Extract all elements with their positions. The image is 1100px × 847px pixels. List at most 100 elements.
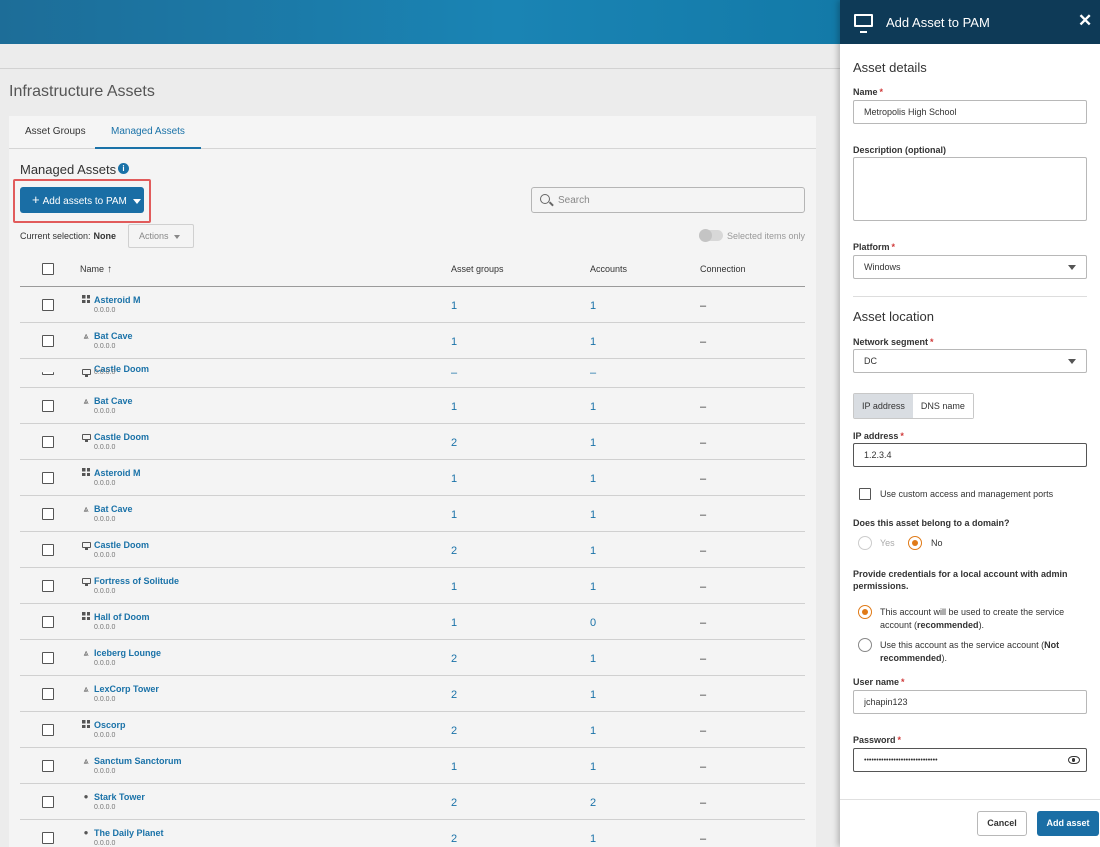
accounts-count[interactable]: 1 (590, 581, 596, 593)
row-checkbox[interactable] (42, 335, 54, 347)
row-checkbox[interactable] (42, 832, 54, 844)
asset-name-link[interactable]: Asteroid M (94, 468, 141, 478)
select-all-checkbox[interactable] (42, 263, 54, 275)
column-asset-groups[interactable]: Asset groups (451, 264, 504, 274)
row-checkbox[interactable] (42, 652, 54, 664)
accounts-count[interactable]: 1 (590, 437, 596, 449)
accounts-count[interactable]: 1 (590, 653, 596, 665)
asset-name-link[interactable]: Sanctum Sanctorum (94, 756, 182, 766)
asset-groups-count[interactable]: 1 (451, 617, 457, 629)
asset-groups-count[interactable]: 2 (451, 725, 457, 737)
table-row[interactable]: Castle Doom 0.0.0.0– – (20, 359, 805, 388)
actions-dropdown[interactable]: Actions (128, 224, 194, 248)
cred-create-service-radio[interactable] (858, 605, 872, 619)
search-input[interactable] (558, 188, 798, 212)
table-row[interactable]: ⩓ Sanctum Sanctorum 0.0.0.0 1 1 – (20, 748, 805, 784)
row-checkbox[interactable] (42, 400, 54, 412)
row-checkbox[interactable] (42, 688, 54, 700)
asset-name-link[interactable]: The Daily Planet (94, 828, 164, 838)
tab-managed-assets[interactable]: Managed Assets (95, 116, 201, 149)
table-row[interactable]: Asteroid M 0.0.0.0 1 1 – (20, 460, 805, 496)
asset-name-link[interactable]: Stark Tower (94, 792, 145, 802)
row-checkbox[interactable] (42, 544, 54, 556)
asset-groups-count[interactable]: 1 (451, 761, 457, 773)
accounts-count[interactable]: 2 (590, 797, 596, 809)
domain-yes-radio[interactable] (858, 536, 872, 550)
asset-name-link[interactable]: Oscorp (94, 720, 126, 730)
info-icon[interactable]: i (118, 163, 129, 174)
accounts-count[interactable]: 1 (590, 401, 596, 413)
table-row[interactable]: Oscorp 0.0.0.0 2 1 – (20, 712, 805, 748)
asset-groups-count[interactable]: 2 (451, 797, 457, 809)
ip-address-input[interactable] (853, 443, 1087, 467)
table-row[interactable]: ⩓ Bat Cave 0.0.0.0 1 1 – (20, 496, 805, 532)
asset-name-link[interactable]: Bat Cave (94, 396, 133, 406)
table-row[interactable]: ⩓ Bat Cave 0.0.0.0 1 1 – (20, 388, 805, 424)
asset-name-link[interactable]: Hall of Doom (94, 612, 150, 622)
asset-name-link[interactable]: Fortress of Solitude (94, 576, 179, 586)
table-row[interactable]: Asteroid M 0.0.0.0 1 1 – (20, 287, 805, 323)
asset-groups-count[interactable]: – (451, 367, 457, 379)
accounts-count[interactable]: 1 (590, 545, 596, 557)
table-row[interactable]: Fortress of Solitude 0.0.0.0 1 1 – (20, 568, 805, 604)
accounts-count[interactable]: 1 (590, 833, 596, 845)
row-checkbox[interactable] (42, 472, 54, 484)
table-row[interactable]: Castle Doom 0.0.0.0 2 1 – (20, 424, 805, 460)
add-asset-button[interactable]: Add asset (1037, 811, 1099, 836)
row-checkbox[interactable] (42, 580, 54, 592)
column-accounts[interactable]: Accounts (590, 264, 627, 274)
custom-ports-checkbox[interactable] (859, 488, 871, 500)
column-name[interactable]: Name ↑ (80, 264, 112, 275)
asset-groups-count[interactable]: 2 (451, 653, 457, 665)
asset-name-link[interactable]: Bat Cave (94, 331, 133, 341)
network-segment-select[interactable]: DC (853, 349, 1087, 373)
accounts-count[interactable]: 0 (590, 617, 596, 629)
row-checkbox[interactable] (42, 796, 54, 808)
asset-groups-count[interactable]: 1 (451, 473, 457, 485)
asset-groups-count[interactable]: 2 (451, 833, 457, 845)
table-row[interactable]: ⩓ Bat Cave 0.0.0.0 1 1 – (20, 323, 805, 359)
accounts-count[interactable]: 1 (590, 509, 596, 521)
row-checkbox[interactable] (42, 372, 54, 375)
description-input[interactable] (853, 157, 1087, 221)
asset-groups-count[interactable]: 1 (451, 401, 457, 413)
dns-name-option[interactable]: DNS name (912, 394, 973, 418)
asset-name-link[interactable]: Castle Doom (94, 540, 149, 550)
accounts-count[interactable]: 1 (590, 336, 596, 348)
row-checkbox[interactable] (42, 724, 54, 736)
table-row[interactable]: ● Stark Tower 0.0.0.0 2 2 – (20, 784, 805, 820)
row-checkbox[interactable] (42, 436, 54, 448)
selected-only-toggle[interactable] (699, 229, 723, 242)
cancel-button[interactable]: Cancel (977, 811, 1027, 836)
accounts-count[interactable]: 1 (590, 300, 596, 312)
table-row[interactable]: ⩓ LexCorp Tower 0.0.0.0 2 1 – (20, 676, 805, 712)
column-connection[interactable]: Connection (700, 264, 746, 274)
accounts-count[interactable]: 1 (590, 473, 596, 485)
row-checkbox[interactable] (42, 760, 54, 772)
asset-name-link[interactable]: Iceberg Lounge (94, 648, 161, 658)
accounts-count[interactable]: 1 (590, 761, 596, 773)
row-checkbox[interactable] (42, 299, 54, 311)
asset-name-link[interactable]: Bat Cave (94, 504, 133, 514)
asset-groups-count[interactable]: 1 (451, 336, 457, 348)
asset-groups-count[interactable]: 1 (451, 300, 457, 312)
platform-select[interactable]: Windows (853, 255, 1087, 279)
table-row[interactable]: ⩓ Iceberg Lounge 0.0.0.0 2 1 – (20, 640, 805, 676)
cred-use-as-service-radio[interactable] (858, 638, 872, 652)
table-row[interactable]: Hall of Doom 0.0.0.0 1 0 – (20, 604, 805, 640)
accounts-count[interactable]: – (590, 367, 596, 379)
row-checkbox[interactable] (42, 616, 54, 628)
password-input[interactable] (853, 748, 1087, 772)
asset-name-link[interactable]: LexCorp Tower (94, 684, 159, 694)
ip-address-option[interactable]: IP address (854, 394, 913, 418)
name-input[interactable] (853, 100, 1087, 124)
table-row[interactable]: Castle Doom 0.0.0.0 2 1 – (20, 532, 805, 568)
asset-groups-count[interactable]: 1 (451, 581, 457, 593)
asset-groups-count[interactable]: 2 (451, 689, 457, 701)
row-checkbox[interactable] (42, 508, 54, 520)
domain-no-radio[interactable] (908, 536, 922, 550)
username-input[interactable] (853, 690, 1087, 714)
accounts-count[interactable]: 1 (590, 725, 596, 737)
asset-groups-count[interactable]: 2 (451, 545, 457, 557)
asset-groups-count[interactable]: 1 (451, 509, 457, 521)
